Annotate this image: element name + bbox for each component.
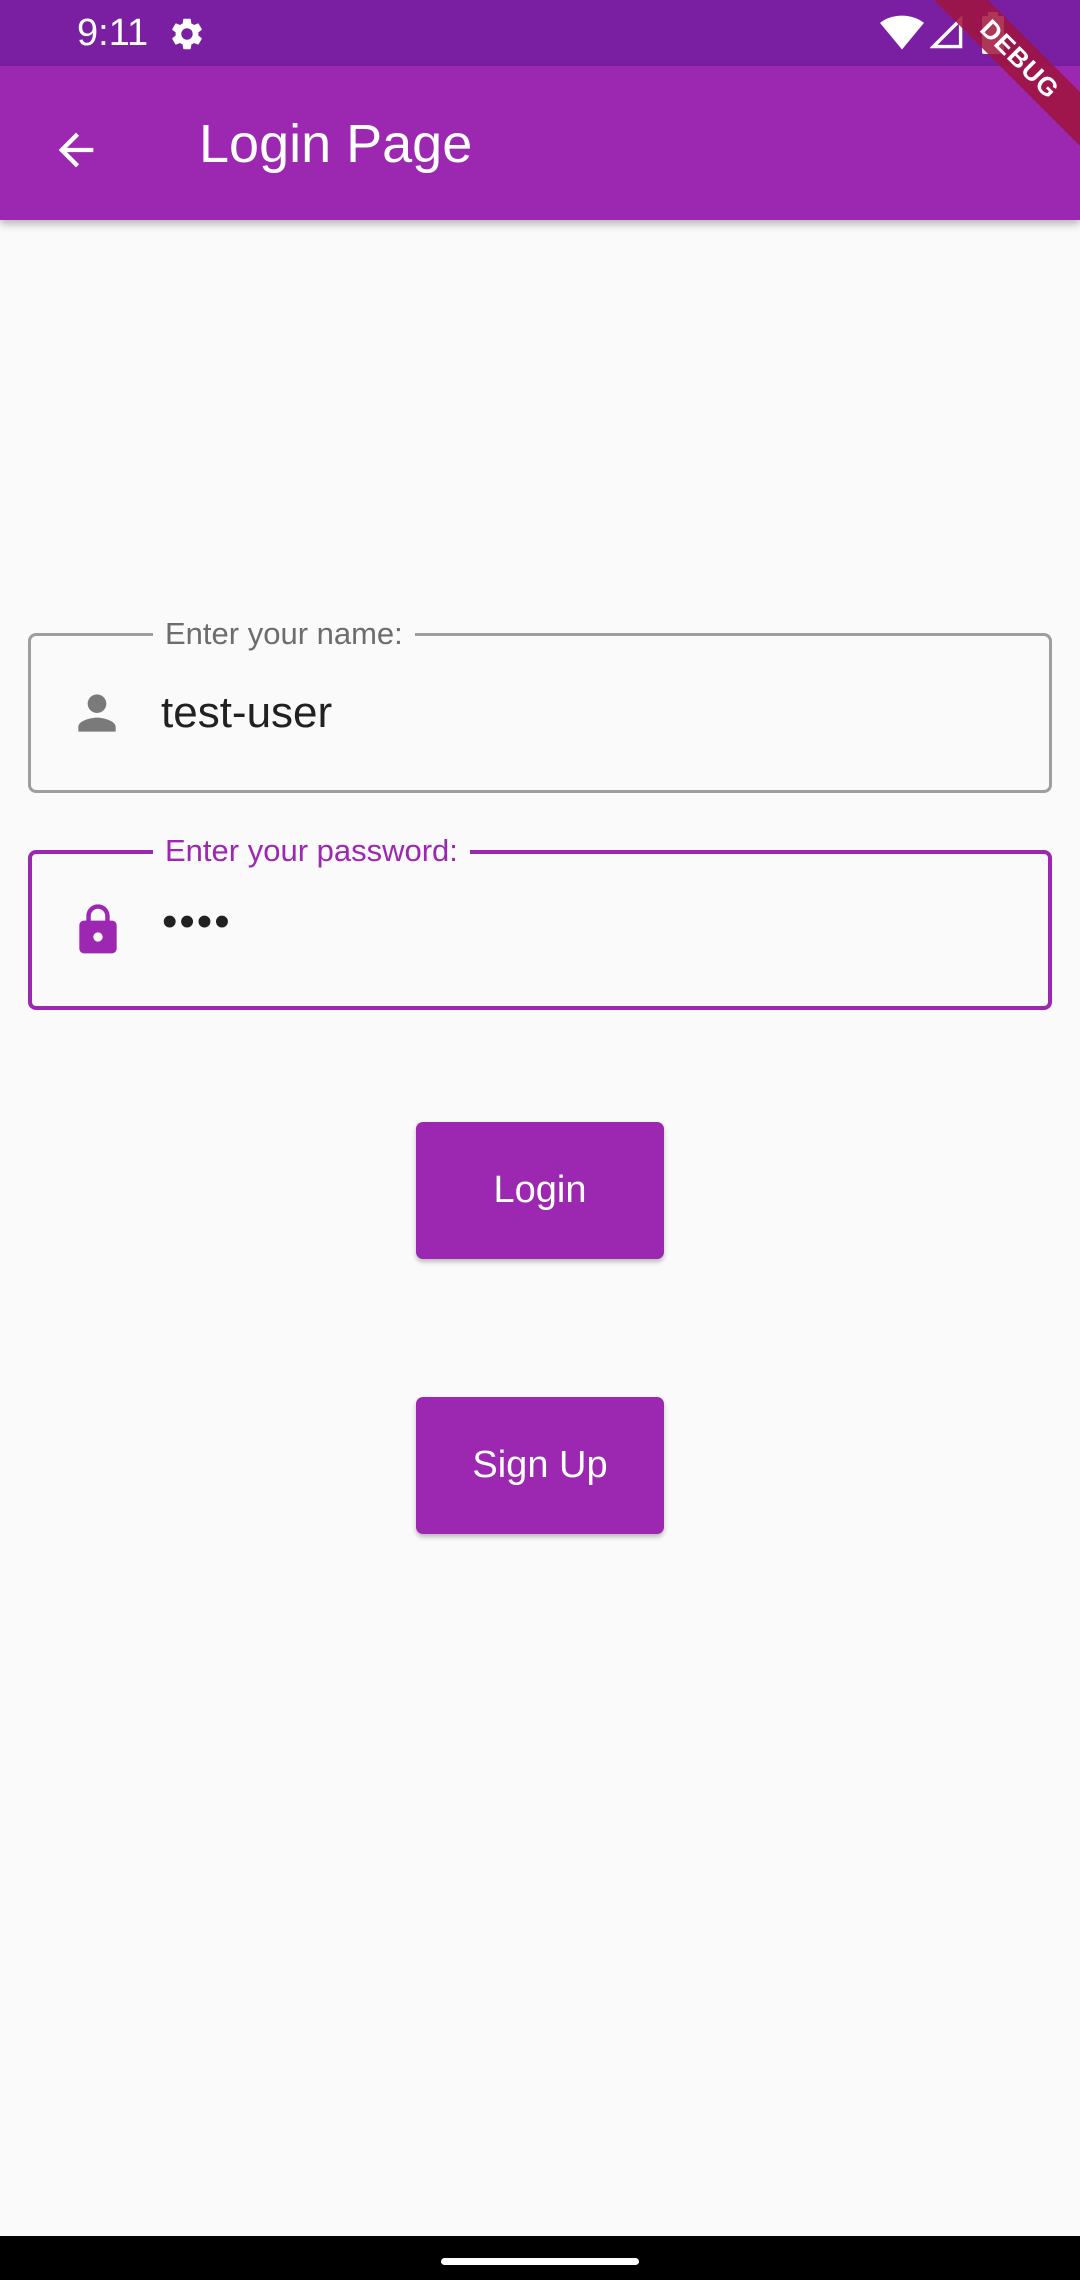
lock-icon — [79, 904, 117, 954]
name-input[interactable]: test-user — [161, 685, 332, 741]
page-title: Login Page — [199, 114, 473, 174]
password-field[interactable]: Enter your password: •••• — [28, 831, 1052, 1010]
arrow-back-icon — [58, 132, 94, 168]
signal-icon — [930, 15, 963, 49]
password-input[interactable]: •••• — [162, 894, 232, 950]
back-button[interactable] — [34, 108, 118, 192]
sign-up-button[interactable]: Sign Up — [416, 1397, 664, 1534]
wifi-icon — [880, 15, 924, 50]
navigation-bar — [0, 2236, 1080, 2280]
home-indicator[interactable] — [441, 2258, 639, 2265]
login-button[interactable]: Login — [416, 1122, 664, 1259]
status-time: 9:11 — [77, 12, 149, 54]
person-icon — [78, 694, 116, 732]
app-bar: Login Page — [0, 66, 1080, 220]
gear-icon — [172, 18, 202, 50]
login-screen: 9:11 DEBUG Login Page Enter your name: t… — [0, 0, 1080, 2280]
name-field[interactable]: Enter your name: test-user — [28, 614, 1052, 793]
battery-icon — [982, 12, 1004, 54]
status-bar: 9:11 — [0, 0, 1080, 66]
password-field-label: Enter your password: — [153, 831, 470, 871]
name-field-label: Enter your name: — [153, 614, 415, 654]
